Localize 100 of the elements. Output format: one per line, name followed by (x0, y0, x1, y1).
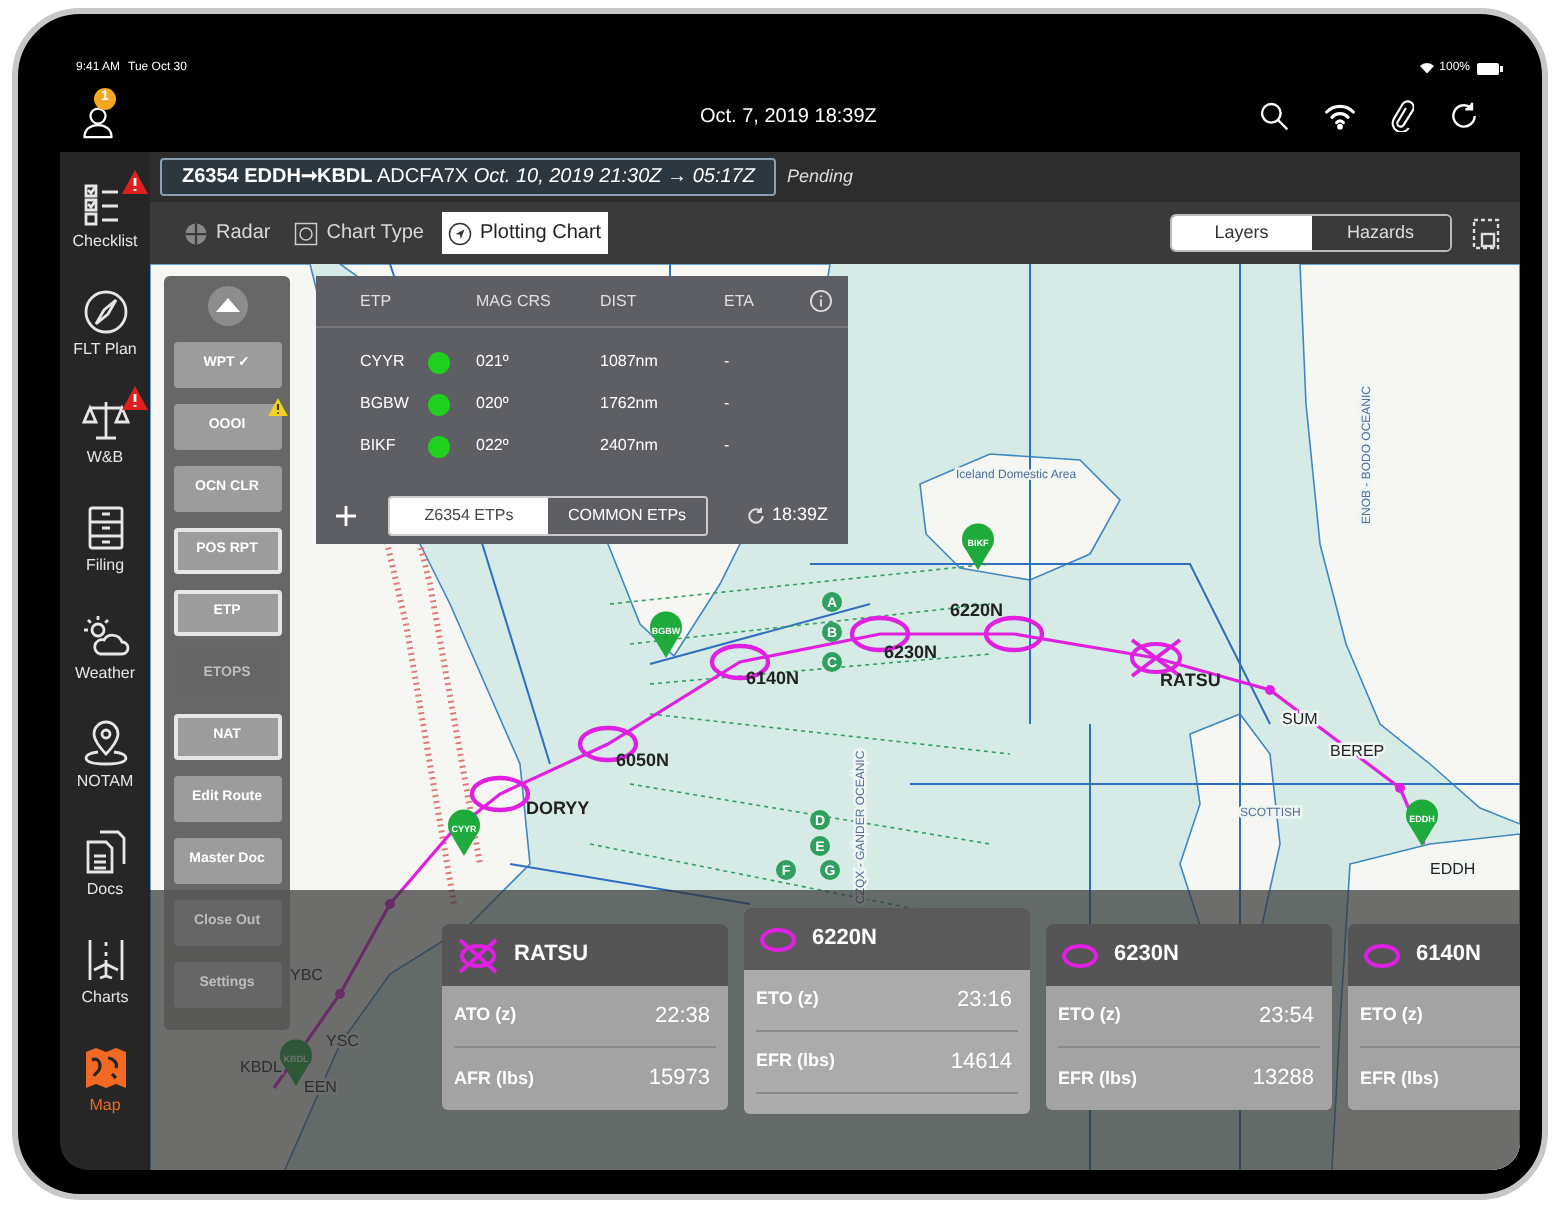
track-marker-circle (822, 652, 842, 672)
table-cell-text: - (724, 434, 732, 458)
sidebar-item[interactable]: FLT Plan (60, 268, 150, 376)
chart-type-icon (294, 221, 319, 245)
field-value: 14614 (950, 1047, 1014, 1078)
waypoint-name: 6140N (1416, 940, 1481, 971)
waypoint-name: 6230N (1114, 940, 1179, 971)
table-cell-text: 1087nm (600, 350, 660, 374)
user-icon[interactable] (80, 104, 116, 140)
map-pin-icon (448, 809, 480, 856)
table-cell-text: 2407nm (600, 434, 660, 458)
sidebar-item[interactable]: Filing (60, 484, 150, 592)
update-time: 18:39Z (771, 502, 828, 529)
waypoint-card[interactable]: 6140N ETO (z) EFR (lbs) (1348, 924, 1520, 1110)
waypoint-label: 6140N (746, 668, 800, 688)
plotting-icon (447, 221, 472, 245)
flight-status: Pending (786, 163, 853, 190)
toolbar-radar-tab[interactable]: Radar (178, 212, 277, 254)
segment-tab[interactable]: Layers (1172, 216, 1311, 250)
map-pin-icon (1406, 799, 1438, 846)
location-pin-icon (81, 719, 129, 767)
sidebar-item[interactable]: Checklist (60, 160, 150, 268)
waypoint-label: 6230N (884, 642, 938, 662)
map-pin-icon (962, 523, 994, 570)
track-marker-circle (810, 836, 830, 856)
field-label: ETO (z) (1058, 1002, 1121, 1029)
collapse-up-icon[interactable] (207, 286, 247, 326)
field-label: EFR (lbs) (1058, 1065, 1137, 1092)
table-cell-text: - (724, 350, 732, 374)
map-pin-icon (650, 611, 682, 658)
table-cell-text: 021º (476, 350, 511, 374)
battery-icon (1476, 61, 1504, 75)
sidebar-item[interactable]: Docs (60, 808, 150, 916)
column-header: MAG CRS (476, 289, 553, 313)
radar-icon (184, 221, 208, 245)
track-marker-circle (822, 622, 842, 642)
map-label: KBDL (240, 1058, 282, 1076)
etp-airport: CYYR (360, 350, 407, 374)
track-marker-circle (822, 592, 842, 612)
sun-cloud-icon (81, 611, 129, 659)
etp-tab[interactable]: Z6354 ETPs (390, 498, 548, 534)
column-header: ETP (360, 289, 394, 313)
compass-icon (81, 287, 129, 335)
track-marker-circle (776, 860, 796, 880)
refresh-icon[interactable] (1448, 100, 1480, 132)
map-view[interactable] (150, 264, 1520, 1170)
track-marker-circle (820, 860, 840, 880)
field-value: 22:38 (654, 1001, 712, 1032)
split-view-icon[interactable] (1472, 217, 1500, 249)
sidebar-item[interactable]: Weather (60, 592, 150, 700)
column-header: ETA (724, 289, 756, 313)
documents-icon (81, 827, 129, 875)
field-label: AFR (lbs) (454, 1065, 534, 1092)
map-label: EEN (304, 1078, 337, 1096)
table-cell-text: 022º (476, 434, 511, 458)
map-label: YBC (290, 966, 323, 984)
world-map-icon (81, 1043, 129, 1091)
wifi-icon[interactable] (1324, 102, 1356, 130)
field-label: EFR (lbs) (756, 1048, 835, 1075)
toolbar-chart-type-tab[interactable]: Chart Type (288, 212, 430, 254)
field-label: EFR (lbs) (1360, 1065, 1439, 1092)
sidebar-item[interactable]: W&B (60, 376, 150, 484)
track-marker-circle (810, 810, 830, 830)
wifi-signal-icon (1419, 62, 1434, 74)
add-icon[interactable] (336, 506, 356, 526)
waypoint-label: 6050N (616, 750, 670, 770)
map-label: YSC (326, 1032, 359, 1050)
table-cell-text: 020º (476, 392, 511, 416)
toolbar-plotting-tab[interactable]: Plotting Chart (441, 212, 608, 254)
map-label: EDDH (1430, 860, 1476, 878)
waypoint-card[interactable]: RATSU ATO (z) 22:38 AFR (lbs) 15973 (442, 924, 728, 1110)
waypoint-label: DORYY (526, 798, 590, 818)
table-cell-text: 1762nm (600, 392, 660, 416)
paperclip-icon[interactable] (1390, 100, 1414, 132)
sidebar-item[interactable]: Map (60, 1024, 150, 1132)
search-icon[interactable] (1258, 100, 1290, 132)
waypoint-name: 6220N (812, 924, 877, 955)
route-point-dot (1395, 783, 1405, 793)
field-value: 13288 (1252, 1064, 1316, 1095)
waypoint-label: RATSU (1160, 670, 1221, 690)
field-value: 23:54 (1258, 1001, 1316, 1032)
sidebar-item[interactable]: Charts (60, 916, 150, 1024)
waypoint-card[interactable]: 6220N ETO (z) 23:16 EFR (lbs) 14614 (744, 908, 1030, 1114)
flight-summary: Z6354 EDDH➞KBDL ADCFA7X Oct. 10, 2019 21:30Z → 05:17Z (160, 158, 777, 196)
info-icon[interactable] (810, 290, 832, 312)
field-label: ETO (z) (1360, 1002, 1423, 1029)
route-point-dot (1265, 685, 1275, 695)
current-datetime: Oct. 7, 2019 18:39Z (700, 104, 877, 132)
column-header: DIST (600, 289, 639, 313)
waypoint-card[interactable]: 6230N ETO (z) 23:54 EFR (lbs) 13288 (1046, 924, 1332, 1110)
sidebar-item[interactable]: NOTAM (60, 700, 150, 808)
etp-airport: BGBW (360, 392, 411, 416)
waypoint-label: 6220N (950, 600, 1004, 620)
field-value: 15973 (648, 1064, 712, 1095)
waypoint-name: RATSU (514, 940, 589, 971)
field-label: ETO (z) (756, 986, 819, 1013)
field-label: ATO (z) (454, 1002, 517, 1029)
field-value: 23:16 (956, 985, 1014, 1016)
etp-airport: BIKF (360, 434, 398, 458)
table-cell-text: - (724, 392, 732, 416)
